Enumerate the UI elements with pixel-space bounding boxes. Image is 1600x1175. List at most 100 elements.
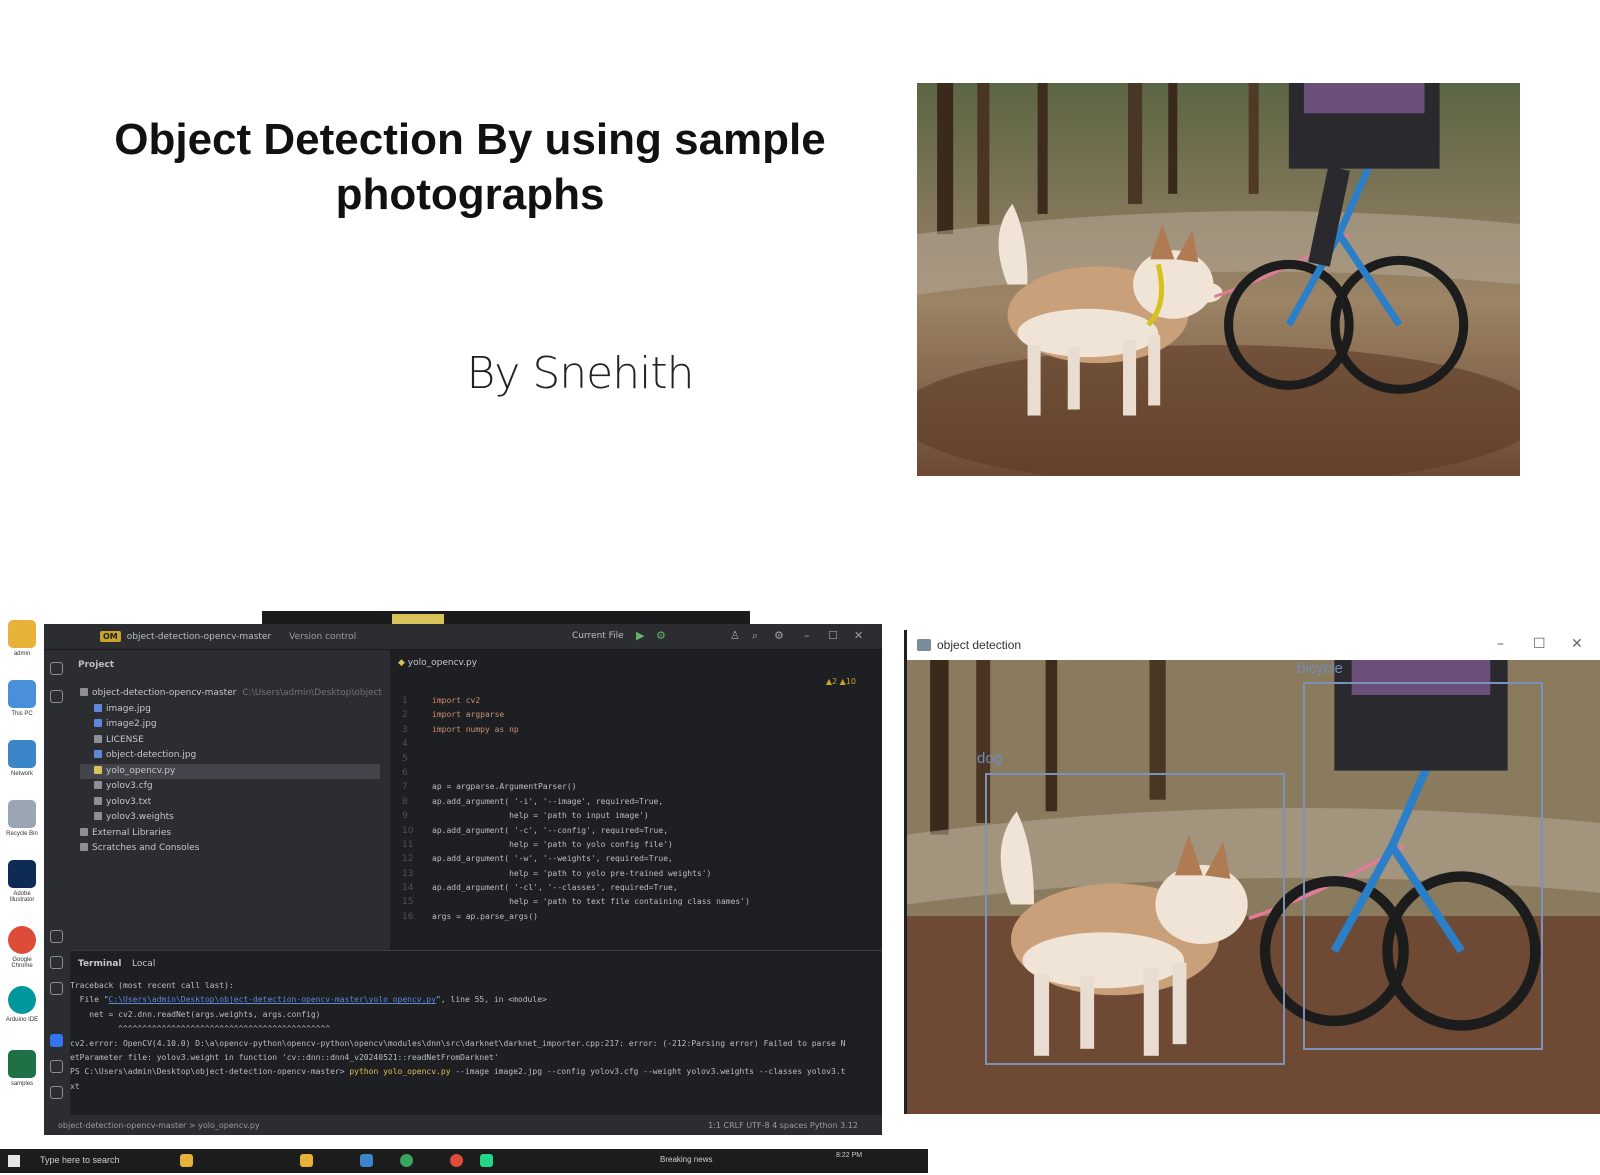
- terminal-text: xt: [70, 1081, 80, 1091]
- run-tool-icon[interactable]: [50, 956, 63, 969]
- tree-item-label: object-detection-opencv-master: [92, 688, 237, 698]
- python-file-icon: ◆: [398, 658, 405, 668]
- chrome-icon[interactable]: [8, 926, 36, 954]
- project-badge: OM: [100, 631, 121, 642]
- run-config-selector[interactable]: Current File: [572, 631, 624, 641]
- tree-item[interactable]: yolov3.cfg: [80, 779, 382, 795]
- file-icon: [94, 719, 102, 727]
- tree-item[interactable]: image.jpg: [80, 702, 382, 718]
- search-icon[interactable]: ⌕: [752, 629, 758, 643]
- git-tool-icon[interactable]: [50, 1086, 63, 1099]
- status-info[interactable]: 1:1 CRLF UTF-8 4 spaces Python 3.12: [708, 1121, 858, 1130]
- line-number: 3: [402, 724, 408, 735]
- problems-tool-icon[interactable]: [50, 1060, 63, 1073]
- editor-tab[interactable]: ◆ yolo_opencv.py: [398, 658, 477, 668]
- this-pc-icon[interactable]: [8, 680, 36, 708]
- terminal-tool-icon[interactable]: [50, 1034, 63, 1047]
- code-line: help = 'path to yolo pre-trained weights…: [432, 868, 712, 878]
- line-number: 1: [402, 696, 408, 706]
- tree-item[interactable]: yolo_opencv.py: [80, 763, 380, 779]
- tree-item[interactable]: object-detection-opencv-master C:\Users\a…: [80, 686, 382, 702]
- windows-start-icon[interactable]: [8, 1155, 20, 1167]
- taskbar-news[interactable]: Breaking news: [660, 1155, 712, 1164]
- terminal-panel: Terminal Local Traceback (most recent ca…: [70, 950, 882, 1115]
- terminal-line: xt: [70, 1080, 845, 1094]
- desktop-label: samples: [10, 1081, 34, 1087]
- project-selector[interactable]: object-detection-opencv-master: [127, 632, 271, 642]
- project-panel-title[interactable]: Project: [78, 660, 114, 670]
- tree-item[interactable]: External Libraries: [80, 826, 382, 842]
- close-icon[interactable]: ✕: [854, 629, 863, 642]
- pycharm-icon[interactable]: [480, 1154, 493, 1167]
- debug-icon[interactable]: ⚙: [656, 629, 666, 642]
- taskbar-search[interactable]: Type here to search: [40, 1155, 120, 1165]
- terminal-line: Traceback (most recent call last):: [70, 979, 845, 993]
- tree-item[interactable]: object-detection.jpg: [80, 748, 382, 764]
- arduino-icon[interactable]: [8, 986, 36, 1014]
- tree-item-label: image2.jpg: [106, 719, 157, 729]
- chrome-icon[interactable]: [450, 1154, 463, 1167]
- edge-icon[interactable]: [360, 1154, 373, 1167]
- tree-item[interactable]: yolov3.weights: [80, 810, 382, 826]
- tree-item-label: External Libraries: [92, 827, 172, 838]
- desktop-label: Network: [10, 771, 33, 777]
- code-line: import cv2: [432, 696, 481, 705]
- close-icon[interactable]: ✕: [1571, 636, 1583, 652]
- code-line: import argparse: [432, 710, 505, 720]
- terminal-text: ^^^^^^^^^^^^^^^^^^^^^^^^^^^^^^^^^^^^^^^^…: [70, 1024, 331, 1034]
- ide-toolbar: OM object-detection-opencv-master Versio…: [44, 624, 882, 650]
- tree-item[interactable]: yolov3.txt: [80, 795, 382, 811]
- tree-item[interactable]: image2.jpg: [80, 717, 382, 733]
- version-control-menu[interactable]: Version control: [289, 632, 356, 642]
- services-tool-icon[interactable]: [50, 982, 63, 995]
- folder-icon[interactable]: [300, 1154, 313, 1167]
- line-number: 2: [402, 710, 408, 721]
- bicycle-box-label: bicycle: [1297, 660, 1343, 677]
- maximize-icon[interactable]: ☐: [828, 629, 838, 642]
- status-breadcrumb[interactable]: object-detection-opencv-master > yolo_op…: [58, 1121, 260, 1130]
- editor-tab-label: yolo_opencv.py: [407, 658, 478, 668]
- run-icon[interactable]: ▶: [636, 629, 644, 642]
- settings-icon[interactable]: ⚙: [774, 629, 784, 642]
- tree-item[interactable]: Scratches and Consoles: [80, 841, 382, 857]
- project-tree: object-detection-opencv-master C:\Users\a…: [80, 686, 382, 857]
- project-tool-icon[interactable]: [50, 662, 63, 675]
- tool-window-strip: [44, 650, 70, 1135]
- python-packages-icon[interactable]: [50, 930, 63, 943]
- traceback-file-link[interactable]: C:\Users\admin\Desktop\object-detection-…: [109, 995, 437, 1004]
- tree-item[interactable]: LICENSE: [80, 733, 382, 749]
- line-number: 7: [402, 782, 408, 793]
- code-lines[interactable]: import cv2 import argparse import numpy as…: [432, 694, 750, 924]
- user-folder-icon[interactable]: [8, 620, 36, 648]
- desktop-label: Arduino IDE: [5, 1017, 39, 1023]
- terminal-text: File ": [70, 995, 109, 1005]
- code-line: help = 'path to input image'): [432, 811, 649, 821]
- terminal-tab-local[interactable]: Local: [132, 959, 155, 969]
- window-app-icon: [917, 639, 931, 651]
- maximize-icon[interactable]: ☐: [1533, 636, 1546, 652]
- recycle-bin-icon[interactable]: [8, 800, 36, 828]
- author-credit: By Snehith: [466, 348, 695, 399]
- tree-item-label: yolov3.cfg: [106, 781, 153, 791]
- structure-tool-icon[interactable]: [50, 690, 63, 703]
- code-editor: ◆ yolo_opencv.py ▲2 ▲10 1 2 3 4 5 6 7 8 9 10 11 12 1…: [390, 650, 882, 950]
- taskbar-clock[interactable]: 8:22 PM: [836, 1152, 862, 1159]
- desktop-label: admin: [13, 651, 31, 657]
- bicycle-bounding-box: [1303, 682, 1543, 1050]
- adobe-icon[interactable]: [8, 860, 36, 888]
- account-icon[interactable]: ♙: [730, 629, 740, 642]
- whatsapp-icon[interactable]: [400, 1154, 413, 1167]
- excel-icon[interactable]: [8, 1050, 36, 1078]
- minimize-icon[interactable]: –: [804, 629, 810, 642]
- file-icon: [94, 765, 102, 774]
- code-line: ap.add_argument( '-w', '--weights', requ…: [432, 854, 673, 864]
- tree-item-label: LICENSE: [106, 734, 144, 745]
- file-explorer-icon[interactable]: [180, 1154, 193, 1167]
- inspection-warnings[interactable]: ▲2 ▲10: [826, 677, 856, 686]
- file-icon: [94, 812, 102, 820]
- terminal-output[interactable]: Traceback (most recent call last): File …: [70, 979, 845, 1094]
- minimize-icon[interactable]: –: [1497, 636, 1504, 652]
- network-icon[interactable]: [8, 740, 36, 768]
- desktop-label: Recycle Bin: [6, 831, 38, 837]
